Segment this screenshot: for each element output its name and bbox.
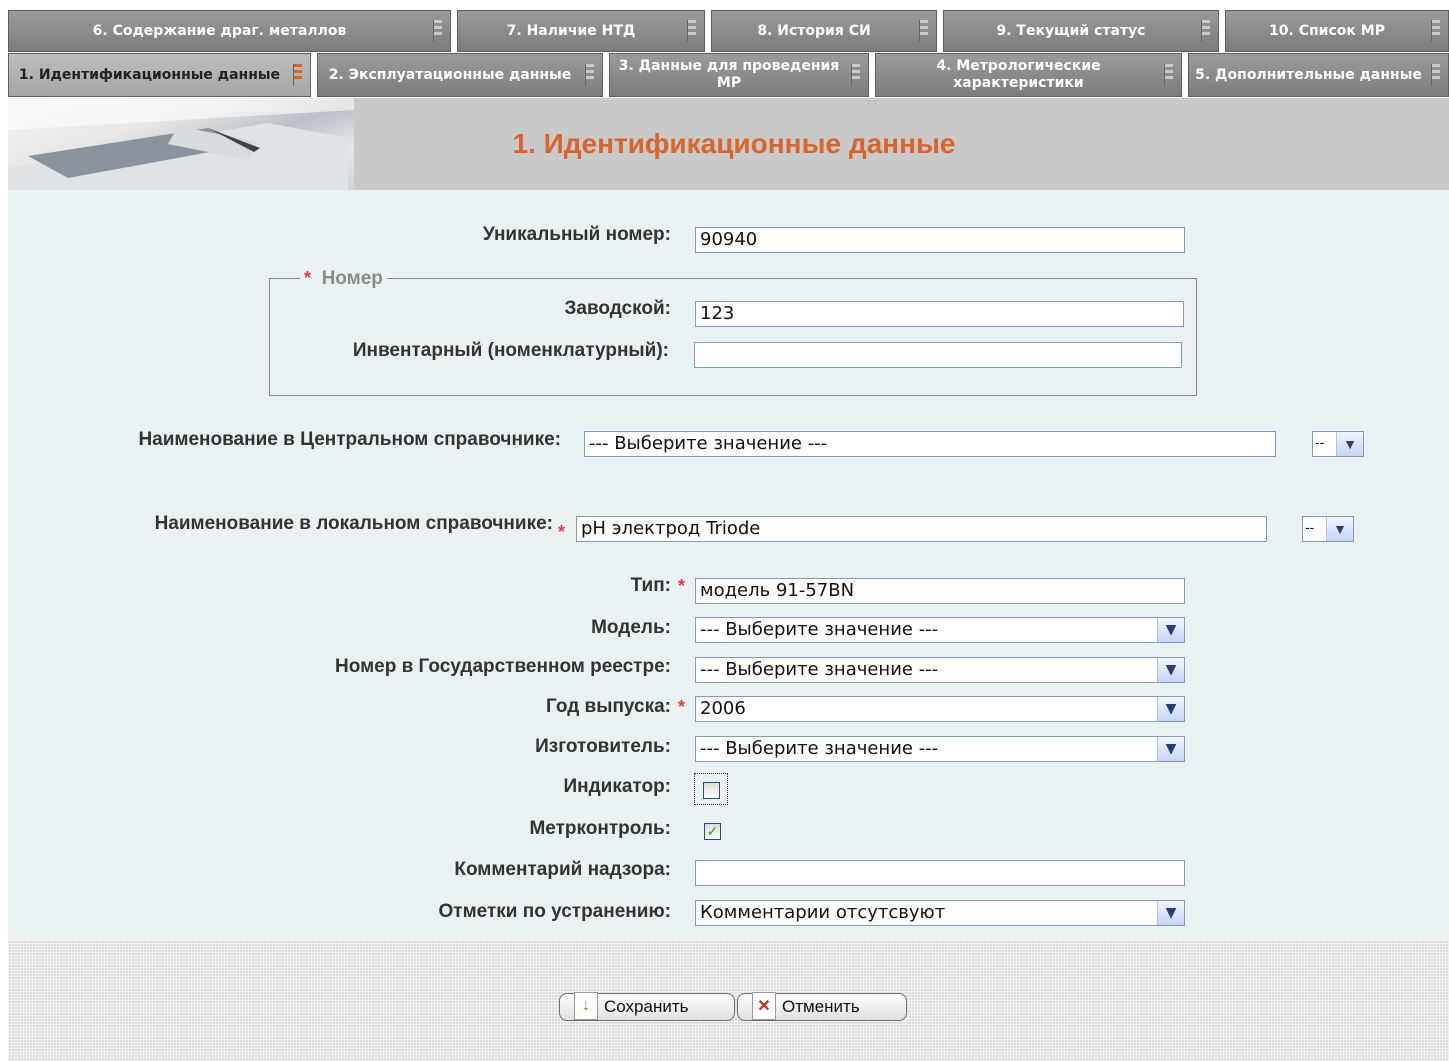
chevron-down-icon[interactable]: ▼ <box>1157 658 1184 682</box>
tab-grip-icon <box>433 20 442 42</box>
indicator-label: Индикатор: <box>563 776 671 797</box>
tab-grip-icon <box>1431 64 1440 86</box>
supervision-comment-label: Комментарий надзора: <box>454 859 671 880</box>
tab-grip-icon <box>851 64 860 86</box>
chevron-down-icon[interactable]: ▼ <box>1336 432 1363 456</box>
tab-label: 9. Текущий статус <box>996 22 1146 39</box>
unique-number-input[interactable]: 90940 <box>695 227 1185 253</box>
local-name-mini-value: -- <box>1305 519 1315 535</box>
remedy-notes-label: Отметки по устранению: <box>438 901 671 922</box>
cancel-icon: ✕ <box>752 992 776 1020</box>
tab-label: 10. Список МР <box>1269 22 1385 39</box>
tab-mr-list[interactable]: 10. Список МР <box>1225 10 1449 52</box>
central-name-mini-value: -- <box>1315 434 1325 450</box>
metrcontrol-label: Метрконтроль: <box>529 818 671 839</box>
model-select[interactable]: --- Выберите значение --- ▼ <box>695 617 1185 643</box>
state-registry-value: --- Выберите значение --- <box>700 659 939 680</box>
tab-si-history[interactable]: 8. История СИ <box>711 10 937 52</box>
state-registry-select[interactable]: --- Выберите значение --- ▼ <box>695 657 1185 683</box>
manufacturer-label: Изготовитель: <box>535 736 671 757</box>
tab-ntd-availability[interactable]: 7. Наличие НТД <box>457 10 705 52</box>
tab-label: 2. Эксплуатационные данные <box>328 66 572 83</box>
inventory-number-input[interactable] <box>694 342 1182 368</box>
banner-pen-image <box>8 98 354 190</box>
pen-icon <box>8 98 354 190</box>
tab-label: 1. Идентификационные данные <box>18 66 281 83</box>
state-registry-label: Номер в Государственном реестре: <box>335 656 671 677</box>
tab-current-status[interactable]: 9. Текущий статус <box>943 10 1219 52</box>
tab-grip-icon <box>1431 20 1440 42</box>
tab-mr-data[interactable]: 3. Данные для проведения МР <box>609 53 869 97</box>
save-button[interactable]: ↓ Сохранить <box>559 992 735 1021</box>
factory-number-input[interactable]: 123 <box>695 301 1184 327</box>
cancel-button-label: Отменить <box>782 997 860 1016</box>
tab-label: 5. Дополнительные данные <box>1195 66 1422 83</box>
page-title: 1. Идентификационные данные <box>512 128 956 159</box>
supervision-comment-input[interactable] <box>695 860 1185 886</box>
tab-grip-icon <box>585 64 594 86</box>
central-name-label: Наименование в Центральном справочнике: <box>138 429 561 450</box>
tab-grip-icon <box>1164 64 1173 86</box>
remedy-notes-value: Комментарии отсутсвуют <box>700 902 946 923</box>
remedy-notes-select[interactable]: Комментарии отсутсвуют ▼ <box>695 900 1185 926</box>
chevron-down-icon[interactable]: ▼ <box>1157 618 1184 642</box>
tab-operational[interactable]: 2. Эксплуатационные данные <box>317 53 603 97</box>
number-legend: * Номер <box>300 268 387 290</box>
tab-metrological[interactable]: 4. Метрологические характеристики <box>875 53 1182 97</box>
legend-text: Номер <box>321 268 383 289</box>
tab-label: 7. Наличие НТД <box>506 22 636 39</box>
number-fieldset <box>269 278 1197 396</box>
manufacturer-select[interactable]: --- Выберите значение --- ▼ <box>695 736 1185 762</box>
local-name-input[interactable]: pH электрод Triode <box>576 516 1267 542</box>
chevron-down-icon[interactable]: ▼ <box>1326 517 1353 541</box>
tab-label: 8. История СИ <box>757 22 871 39</box>
type-label: Тип: <box>630 575 671 596</box>
local-name-label: Наименование в локальном справочнике: <box>154 513 553 534</box>
tab-grip-icon <box>293 64 302 86</box>
chevron-down-icon[interactable]: ▼ <box>1157 697 1184 721</box>
chevron-down-icon[interactable]: ▼ <box>1157 737 1184 761</box>
tab-grip-icon <box>687 20 696 42</box>
model-label: Модель: <box>591 617 671 638</box>
factory-number-label: Заводской: <box>564 298 671 319</box>
tab-additional[interactable]: 5. Дополнительные данные <box>1188 53 1449 97</box>
tab-identification[interactable]: 1. Идентификационные данные <box>8 53 311 97</box>
type-input[interactable]: модель 91-57BN <box>695 578 1185 604</box>
tab-label: 4. Метрологические характеристики <box>936 58 1101 91</box>
inventory-number-label: Инвентарный (номенклатурный): <box>352 340 669 361</box>
year-label: Год выпуска: <box>546 696 671 717</box>
save-button-label: Сохранить <box>604 997 689 1016</box>
tab-precious-metals[interactable]: 6. Содержание драг. металлов <box>8 10 451 52</box>
save-icon: ↓ <box>574 992 598 1020</box>
required-mark: * <box>678 576 686 596</box>
year-select[interactable]: 2006 ▼ <box>695 696 1185 722</box>
indicator-checkbox[interactable] <box>703 782 720 799</box>
tab-grip-icon <box>1201 20 1210 42</box>
required-mark: * <box>304 268 312 288</box>
tab-label: 6. Содержание драг. металлов <box>92 22 347 39</box>
local-name-dropdown[interactable]: -- ▼ <box>1302 516 1354 542</box>
chevron-down-icon[interactable]: ▼ <box>1157 901 1184 925</box>
year-value: 2006 <box>700 698 746 719</box>
model-value: --- Выберите значение --- <box>700 619 939 640</box>
cancel-button[interactable]: ✕ Отменить <box>737 992 907 1021</box>
unique-number-label: Уникальный номер: <box>482 224 671 245</box>
tab-label: 3. Данные для проведения МР <box>618 58 840 91</box>
metrcontrol-checkbox[interactable]: ✓ <box>704 823 721 840</box>
manufacturer-value: --- Выберите значение --- <box>700 738 939 759</box>
required-mark: * <box>558 522 566 542</box>
central-name-dropdown[interactable]: -- ▼ <box>1312 431 1364 457</box>
central-name-select[interactable]: --- Выберите значение --- <box>584 431 1276 457</box>
tab-grip-icon <box>919 20 928 42</box>
required-mark: * <box>678 697 686 717</box>
